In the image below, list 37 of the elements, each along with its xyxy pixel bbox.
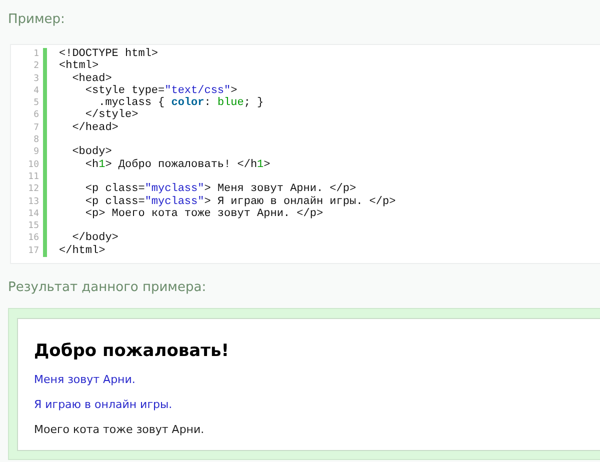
- result-paragraph: Моего кота тоже зовут Арни.: [34, 423, 206, 436]
- line-number: 15: [27, 220, 39, 232]
- code-line: </body>: [71, 232, 120, 245]
- line-number: 14: [27, 208, 39, 220]
- code-line: .myclass { color: blue; }: [98, 97, 265, 110]
- code-line: <p> Моего кота тоже зовут Арни. </p>: [84, 208, 324, 220]
- section-heading: Пример:: [7, 11, 66, 29]
- line-number: 10: [27, 158, 39, 171]
- code-line: </head>: [71, 122, 120, 134]
- result-paragraph: Я играю в онлайн игры.: [34, 398, 174, 412]
- code-line: <body>: [71, 146, 113, 159]
- section-heading: Результат данного примера:: [7, 279, 208, 298]
- code-line: <head>: [71, 72, 113, 85]
- line-number: 4: [32, 84, 39, 98]
- code-line: <style type="text/css">: [84, 84, 238, 97]
- result-heading: Добро пожаловать!: [34, 341, 230, 362]
- line-number: 11: [27, 170, 39, 184]
- code-line: <html>: [59, 60, 100, 73]
- line-number: 12: [27, 183, 39, 196]
- code-line: </html>: [59, 244, 106, 258]
- line-number: 3: [32, 72, 39, 85]
- result-paragraph: Меня зовут Арни.: [34, 373, 136, 386]
- line-number: 6: [32, 109, 39, 122]
- line-number: 17: [27, 244, 39, 258]
- line-number: 7: [32, 122, 39, 134]
- code-line: </style>: [84, 109, 140, 122]
- line-number: 16: [27, 232, 39, 245]
- code-line: <p class="myclass"> Меня зовут Арни. </p>: [84, 183, 358, 196]
- line-number: 8: [32, 134, 39, 146]
- line-number: 9: [32, 146, 39, 159]
- line-number: 5: [32, 97, 39, 110]
- code-line: <!DOCTYPE html>: [59, 48, 160, 60]
- line-number: 13: [27, 196, 39, 208]
- code-line: <p class="myclass"> Я играю в онлайн игры. </p>: [84, 196, 396, 208]
- code-line: <h1> Добро пожаловать! </h1>: [84, 158, 272, 171]
- line-number: 2: [32, 60, 39, 73]
- line-number: 1: [32, 48, 39, 60]
